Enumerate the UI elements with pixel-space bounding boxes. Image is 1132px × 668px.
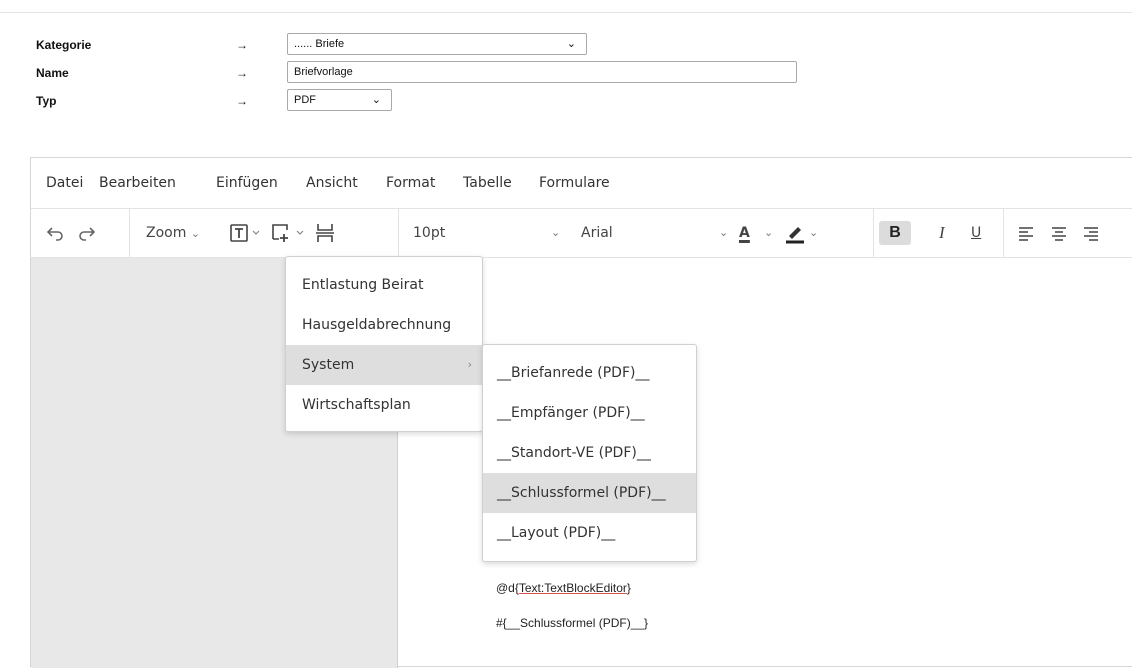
menu-item-label: Hausgeldabrechnung bbox=[302, 317, 452, 333]
submenu-item-empfaenger[interactable]: __Empfänger (PDF)__ bbox=[483, 393, 696, 433]
typ-arrow: → bbox=[236, 94, 248, 108]
insert-block-button[interactable] bbox=[271, 221, 307, 245]
name-label: Name bbox=[36, 66, 69, 80]
submenu-item-layout[interactable]: __Layout (PDF)__ bbox=[483, 513, 696, 553]
doc-textblock-link: Text:TextBlockEditor bbox=[518, 581, 627, 595]
submenu-item-standort-ve[interactable]: __Standort-VE (PDF)__ bbox=[483, 433, 696, 473]
kategorie-select[interactable]: ...... Briefe ⌄ bbox=[287, 33, 587, 55]
menu-item-system[interactable]: System › bbox=[286, 345, 482, 385]
text-block-button[interactable] bbox=[229, 221, 263, 245]
zoom-label: Zoom bbox=[146, 225, 187, 241]
doc-prefix: @d{ bbox=[496, 581, 519, 595]
kategorie-value: ...... Briefe bbox=[294, 38, 345, 50]
chevron-down-icon: ⌄ bbox=[566, 38, 576, 50]
chevron-down-icon[interactable]: ⌄ bbox=[809, 221, 818, 245]
redo-icon[interactable] bbox=[77, 221, 97, 245]
align-right-icon[interactable] bbox=[1081, 221, 1101, 245]
menu-item-label: Entlastung Beirat bbox=[302, 277, 424, 293]
text-color-button[interactable]: A bbox=[739, 221, 750, 245]
menu-item-wirtschaftsplan[interactable]: Wirtschaftsplan bbox=[286, 385, 482, 425]
italic-button[interactable]: I bbox=[939, 221, 945, 245]
toolbar-divider bbox=[129, 209, 130, 257]
toolbar-divider bbox=[398, 209, 399, 257]
menu-tabelle[interactable]: Tabelle bbox=[463, 175, 512, 191]
editor-menubar: Datei Bearbeiten Einfügen Ansicht Format… bbox=[31, 158, 1132, 209]
top-divider bbox=[0, 0, 1132, 13]
insert-block-menu: Entlastung Beirat Hausgeldabrechnung Sys… bbox=[285, 256, 483, 432]
chevron-down-icon: ⌄ bbox=[371, 94, 381, 106]
menu-item-hausgeldabrechnung[interactable]: Hausgeldabrechnung bbox=[286, 305, 482, 345]
toolbar-divider bbox=[873, 209, 874, 257]
menu-einfuegen[interactable]: Einfügen bbox=[216, 175, 278, 191]
menu-bearbeiten[interactable]: Bearbeiten bbox=[99, 175, 176, 191]
menu-datei[interactable]: Datei bbox=[46, 175, 83, 191]
menu-format[interactable]: Format bbox=[386, 175, 435, 191]
name-arrow: → bbox=[236, 66, 248, 80]
toolbar-divider bbox=[1003, 209, 1004, 257]
font-family-dropdown[interactable]: Arial bbox=[581, 221, 613, 245]
font-size-dropdown[interactable]: 10pt bbox=[413, 221, 445, 245]
menu-item-label: System bbox=[302, 357, 355, 373]
typ-value: PDF bbox=[294, 94, 316, 106]
name-input[interactable]: Briefvorlage bbox=[287, 61, 797, 83]
menu-item-label: Wirtschaftsplan bbox=[302, 397, 411, 413]
page-break-icon[interactable] bbox=[315, 221, 335, 245]
doc-line-textblock[interactable]: @d{Text:TextBlockEditor} bbox=[496, 581, 631, 595]
align-left-icon[interactable] bbox=[1016, 221, 1036, 245]
menu-ansicht[interactable]: Ansicht bbox=[306, 175, 358, 191]
doc-line-schlussformel[interactable]: #{__Schlussformel (PDF)__} bbox=[496, 616, 648, 630]
align-center-icon[interactable] bbox=[1049, 221, 1069, 245]
undo-icon[interactable] bbox=[45, 221, 65, 245]
kategorie-label: Kategorie bbox=[36, 38, 92, 52]
chevron-down-icon[interactable]: ⌄ bbox=[551, 221, 560, 245]
submenu-item-briefanrede[interactable]: __Briefanrede (PDF)__ bbox=[483, 353, 696, 393]
font-family-value: Arial bbox=[581, 225, 613, 241]
doc-suffix: } bbox=[626, 581, 631, 595]
menu-item-entlastung-beirat[interactable]: Entlastung Beirat bbox=[286, 265, 482, 305]
menu-formulare[interactable]: Formulare bbox=[539, 175, 610, 191]
kategorie-arrow: → bbox=[236, 38, 248, 52]
highlighter-icon[interactable] bbox=[784, 221, 806, 245]
text-color-letter: A bbox=[739, 225, 750, 241]
chevron-down-icon: ⌄ bbox=[190, 227, 201, 240]
font-size-value: 10pt bbox=[413, 225, 446, 241]
editor-toolbar: Zoom ⌄ 10pt ⌄ Arial ⌄ A ⌄ ⌄ B I U bbox=[31, 209, 1132, 258]
typ-label: Typ bbox=[36, 94, 57, 108]
system-submenu: __Briefanrede (PDF)__ __Empfänger (PDF)_… bbox=[482, 344, 697, 562]
chevron-down-icon[interactable]: ⌄ bbox=[764, 221, 773, 245]
bold-button[interactable]: B bbox=[879, 221, 911, 245]
chevron-down-icon[interactable]: ⌄ bbox=[719, 221, 728, 245]
zoom-dropdown[interactable]: Zoom ⌄ bbox=[146, 221, 200, 245]
typ-select[interactable]: PDF ⌄ bbox=[287, 89, 392, 111]
submenu-item-schlussformel[interactable]: __Schlussformel (PDF)__ bbox=[483, 473, 696, 513]
underline-button[interactable]: U bbox=[971, 221, 981, 245]
chevron-right-icon: › bbox=[467, 358, 472, 371]
